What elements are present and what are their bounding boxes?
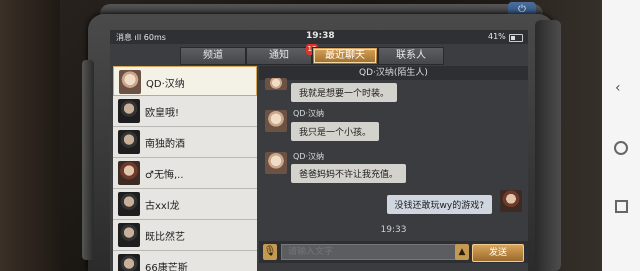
avatar [118,223,140,247]
chat-tabs: 频道 通知 13 最近聊天 联系人 [180,44,448,65]
tab-notifications-label: 通知 [269,50,289,61]
contact-name: 南独酌酒 [145,139,185,150]
contact-list: QD·汉纳 欧皇哦! 南独酌酒 ♂无悔,.. 古xxl龙 既比然艺 66康芒斯 [113,66,257,271]
signal-icon: ıll [134,33,144,42]
contact-name: 欧皇哦! [145,108,180,119]
avatar [118,161,140,185]
avatar [118,130,140,154]
avatar [265,78,287,90]
contact-item[interactable]: 欧皇哦! [113,96,257,127]
back-icon[interactable]: ‹ [615,80,621,96]
status-time: 19:38 [306,31,335,41]
input-bar: 🎙 ▲ 发送 [259,241,528,263]
avatar-self [500,190,522,212]
device-side-left [82,60,94,260]
message-sender: QD·汉纳 [293,152,324,161]
contact-name: 古xxl龙 [145,201,180,212]
tab-recent-chats-label: 最近聊天 [314,49,376,63]
android-nav-bar: ‹ [602,0,640,271]
message-bubble-self: 没钱还敢玩wy的游戏? [386,195,492,214]
tab-recent-chats[interactable]: 最近聊天 [312,47,378,65]
send-button[interactable]: 发送 [472,244,524,262]
status-left: 消息 ıll 60ms [116,32,166,43]
message-sender: QD·汉纳 [293,109,324,118]
message-bubble: 我只是一个小孩。 [291,122,380,141]
avatar [118,254,140,271]
avatar [265,152,287,174]
chat-header: QD·汉纳(陌生人) [259,66,528,80]
chevron-up-icon[interactable]: ▲ [455,244,469,260]
tab-contacts[interactable]: 联系人 [378,47,444,65]
avatar [119,70,141,94]
contact-name: ♂无悔,.. [145,170,184,181]
device-side-right [535,20,561,271]
message-bubble: 爸爸妈妈不许让我充值。 [291,164,407,183]
chat-timestamp: 19:33 [380,225,407,235]
contact-item[interactable]: QD·汉纳 [113,66,257,96]
avatar [118,192,140,216]
tab-channel[interactable]: 频道 [180,47,246,65]
contact-item[interactable]: 66康芒斯 [113,251,257,271]
tab-notifications[interactable]: 通知 [246,47,312,65]
phone-screen: 消息 ıll 60ms 19:38 41% 频道 通知 13 最近聊天 联系人 … [110,30,528,271]
mic-icon[interactable]: 🎙 [263,244,277,260]
battery-percent: 41% [488,32,506,41]
contact-item[interactable]: 南独酌酒 [113,127,257,158]
contact-name: 既比然艺 [145,232,185,243]
home-icon[interactable] [614,141,628,155]
avatar [118,99,140,123]
contact-name: 66康芒斯 [145,263,188,271]
avatar [265,110,287,132]
contact-name: QD·汉纳 [146,79,185,90]
ping-label: 60ms [143,33,166,42]
tab-contacts-label: 联系人 [396,50,426,61]
tab-channel-label: 频道 [203,50,223,61]
message-bubble: 我就是想要一个时装。 [291,83,398,102]
background-left [0,0,60,271]
contact-item[interactable]: 既比然艺 [113,220,257,251]
battery-icon [509,34,523,42]
status-bar: 消息 ıll 60ms 19:38 41% [110,30,528,44]
recent-apps-icon[interactable] [615,200,628,213]
contact-item[interactable]: 古xxl龙 [113,189,257,220]
carrier-label: 消息 [116,33,132,42]
chat-input[interactable] [281,244,463,260]
contact-item[interactable]: ♂无悔,.. [113,158,257,189]
